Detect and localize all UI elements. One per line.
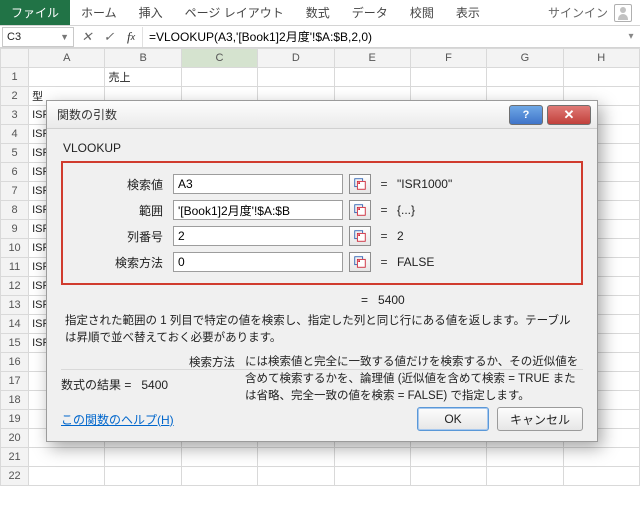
arg-result-lookup: "ISR1000" [397,177,452,191]
formula-result-label: 数式の結果 = [61,378,131,392]
arg-result-match: FALSE [397,255,434,269]
overall-equals: = [361,293,368,307]
function-arguments-dialog: 関数の引数 ? ✕ VLOOKUP 検索値 = "ISR1000" 範囲 [46,100,598,442]
formula-result-value: 5400 [141,378,168,392]
equals-sign: = [377,229,391,243]
arg-result-range: {...} [397,203,415,217]
arg-input-match[interactable] [173,252,343,272]
range-picker-icon[interactable] [349,252,371,272]
arguments-box: 検索値 = "ISR1000" 範囲 = {...} [61,161,583,285]
overall-result: 5400 [378,293,405,307]
arg-result-col: 2 [397,229,404,243]
equals-sign: = [377,255,391,269]
equals-sign: = [377,203,391,217]
arg-input-col[interactable] [173,226,343,246]
arg-input-range[interactable] [173,200,343,220]
arg-label-lookup: 検索値 [71,176,167,193]
arg-label-match: 検索方法 [71,254,167,271]
function-name-label: VLOOKUP [63,141,583,155]
dialog-titlebar[interactable]: 関数の引数 ? ✕ [47,101,597,129]
dialog-help-button[interactable]: ? [509,105,543,125]
equals-sign: = [377,177,391,191]
arg-label-range: 範囲 [71,202,167,219]
range-picker-icon[interactable] [349,226,371,246]
dialog-backdrop: 関数の引数 ? ✕ VLOOKUP 検索値 = "ISR1000" 範囲 [0,0,640,506]
ok-button[interactable]: OK [417,407,489,431]
dialog-title: 関数の引数 [57,106,117,123]
cancel-button[interactable]: キャンセル [497,407,583,431]
range-picker-icon[interactable] [349,200,371,220]
function-help-link[interactable]: この関数のヘルプ(H) [61,411,174,428]
function-description: 指定された範囲の 1 列目で特定の値を検索し、指定した列と同じ行にある値を返しま… [61,311,583,354]
arg-input-lookup[interactable] [173,174,343,194]
dialog-close-button[interactable]: ✕ [547,105,591,125]
arg-label-col: 列番号 [71,228,167,245]
range-picker-icon[interactable] [349,174,371,194]
